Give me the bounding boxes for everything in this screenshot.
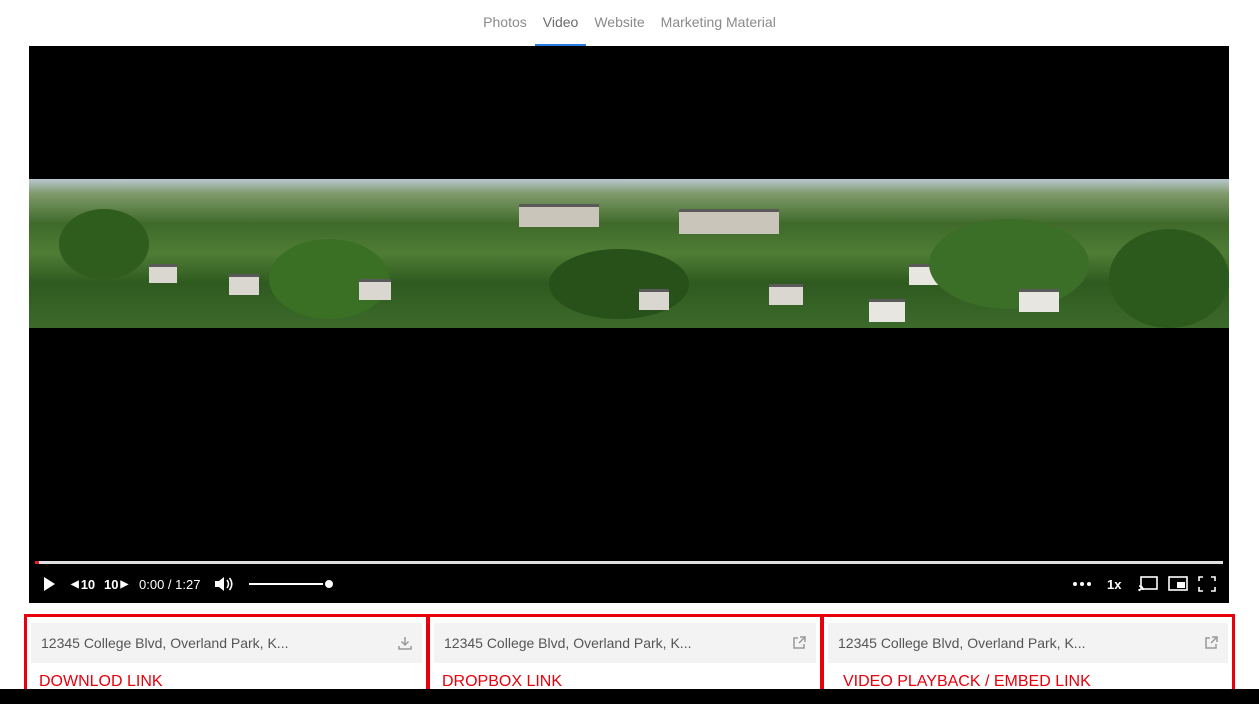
player-controls: ◀ 10 10 ▶ 0:00 / 1:27 1x: [29, 572, 1229, 596]
tab-video[interactable]: Video: [534, 0, 587, 46]
volume-icon: [215, 577, 233, 591]
tab-website[interactable]: Website: [586, 0, 652, 32]
rewind-label: 10: [80, 576, 96, 592]
playback-speed-button[interactable]: 1x: [1107, 572, 1121, 596]
media-tabs: Photos Video Website Marketing Material: [0, 0, 1259, 46]
tab-marketing-material[interactable]: Marketing Material: [653, 0, 784, 32]
video-playback-link-field[interactable]: 12345 College Blvd, Overland Park, K...: [828, 623, 1228, 663]
progress-fill: [35, 561, 39, 564]
picture-in-picture-icon: [1168, 576, 1188, 591]
tab-photos[interactable]: Photos: [475, 0, 535, 32]
more-icon: [1073, 582, 1091, 586]
fullscreen-icon: [1198, 576, 1216, 592]
bottom-bar: [0, 689, 1259, 704]
video-playback-link-text: 12345 College Blvd, Overland Park, K...: [838, 635, 1086, 651]
cast-button[interactable]: [1138, 572, 1158, 596]
forward-10-button[interactable]: 10 ▶: [104, 572, 128, 596]
fullscreen-button[interactable]: [1198, 572, 1216, 596]
cast-icon: [1138, 576, 1158, 592]
progress-bar[interactable]: [35, 561, 1223, 564]
dropbox-link-text: 12345 College Blvd, Overland Park, K...: [444, 635, 692, 651]
download-link-text: 12345 College Blvd, Overland Park, K...: [41, 635, 289, 651]
rewind-icon: ◀: [71, 578, 79, 590]
play-button[interactable]: [41, 572, 57, 596]
volume-button[interactable]: [214, 572, 234, 596]
download-icon[interactable]: [398, 636, 412, 650]
external-link-icon[interactable]: [792, 636, 806, 650]
more-options-button[interactable]: [1072, 572, 1092, 596]
forward-label: 10: [104, 576, 119, 592]
rewind-10-button[interactable]: ◀ 10: [71, 572, 95, 596]
forward-icon: ▶: [120, 578, 129, 590]
volume-slider-handle[interactable]: [323, 578, 335, 590]
play-icon: [44, 577, 55, 591]
download-link-field[interactable]: 12345 College Blvd, Overland Park, K...: [31, 623, 422, 663]
time-display: 0:00 / 1:27: [139, 576, 201, 592]
video-frame: [29, 179, 1229, 328]
video-player[interactable]: ◀ 10 10 ▶ 0:00 / 1:27 1x: [29, 46, 1229, 603]
picture-in-picture-button[interactable]: [1168, 572, 1188, 596]
external-link-icon[interactable]: [1204, 636, 1218, 650]
dropbox-link-field[interactable]: 12345 College Blvd, Overland Park, K...: [434, 623, 816, 663]
volume-slider[interactable]: [249, 583, 329, 585]
